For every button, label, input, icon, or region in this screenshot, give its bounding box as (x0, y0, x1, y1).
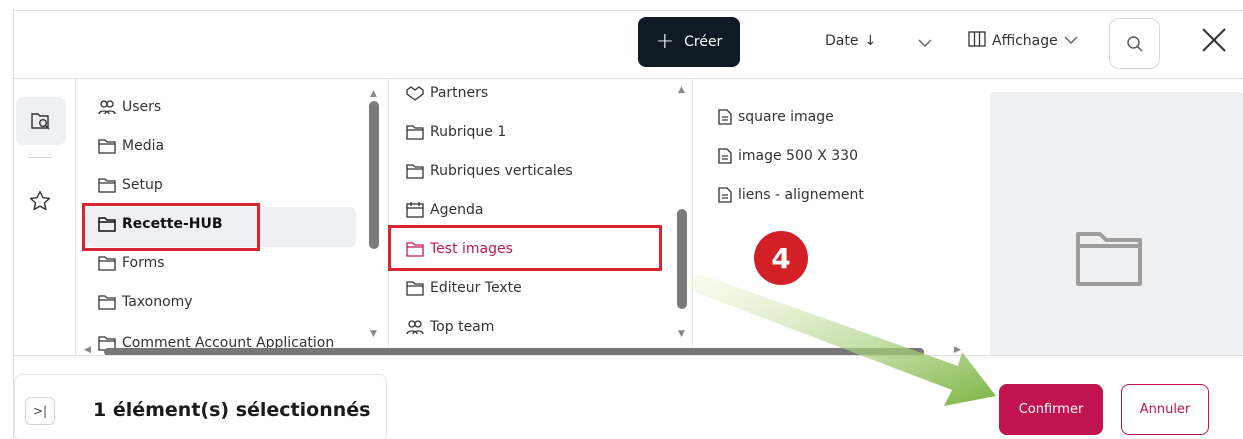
step-number-badge: 4 (754, 231, 808, 285)
annotation-arrow (688, 274, 996, 406)
